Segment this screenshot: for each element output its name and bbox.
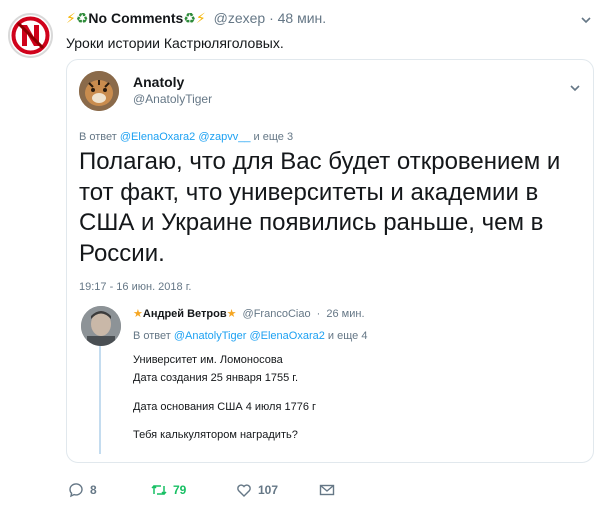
quoted-tweet[interactable]: Anatoly @AnatolyTiger В ответ @ElenaOxar…: [66, 59, 594, 463]
recycle-icon: ♻: [183, 10, 196, 26]
reply-header: ★Андрей Ветров★ @FrancoCiao · 26 мин.: [133, 307, 365, 320]
message-icon: [319, 484, 335, 496]
retweet-icon: [151, 484, 167, 496]
display-name[interactable]: No Comments: [88, 10, 183, 26]
reply-button[interactable]: 8: [68, 480, 97, 500]
display-name[interactable]: Андрей Ветров: [143, 308, 227, 320]
timestamp[interactable]: 26 мин.: [326, 308, 364, 320]
mention-link[interactable]: @ElenaOxara2: [249, 330, 324, 342]
like-button[interactable]: 107: [236, 480, 278, 500]
handle[interactable]: @AnatolyTiger: [133, 92, 212, 106]
like-count: 107: [258, 483, 279, 497]
quote-timestamp[interactable]: 19:17 - 16 июн. 2018 г.: [79, 281, 191, 293]
star-icon: ★: [226, 308, 237, 320]
message-button[interactable]: [319, 480, 341, 500]
handle[interactable]: @FrancoCiao: [243, 308, 311, 320]
display-name[interactable]: Anatoly: [133, 74, 184, 90]
reply-icon: [69, 483, 83, 498]
like-icon: [237, 484, 251, 497]
avatar[interactable]: [79, 71, 119, 111]
tweet-text: Уроки истории Кастрюляголовых.: [66, 35, 284, 51]
timestamp[interactable]: 48 мин.: [278, 10, 327, 26]
avatar[interactable]: [8, 13, 53, 58]
reply-text-line: Тебя калькулятором наградить?: [133, 429, 298, 441]
retweet-button[interactable]: 79: [151, 480, 186, 500]
mention-link[interactable]: @ElenaOxara2: [120, 131, 195, 143]
handle[interactable]: @zexep: [214, 10, 266, 26]
reply-text-line: Университет им. Ломоносова: [133, 354, 283, 366]
separator: ·: [316, 308, 321, 320]
reply-text-line: Дата создания 25 января 1755 г.: [133, 372, 299, 384]
chevron-down-icon[interactable]: [569, 82, 581, 94]
chevron-down-icon[interactable]: [580, 14, 592, 26]
recycle-icon: ♻: [75, 10, 89, 26]
reply-text-line: Дата основания США 4 июля 1776 г: [133, 401, 317, 413]
replying-to: В ответ @AnatolyTiger @ElenaOxara2 и еще…: [133, 330, 368, 342]
mention-link[interactable]: @AnatolyTiger: [174, 330, 247, 342]
avatar[interactable]: [81, 306, 121, 346]
reply-count: 8: [90, 483, 97, 497]
star-icon: ★: [133, 308, 143, 320]
lightning-icon: ⚡: [66, 10, 76, 26]
tweet[interactable]: ⚡♻No Comments♻⚡ @zexep · 48 мин. Уроки и…: [0, 0, 604, 505]
separator: ·: [269, 10, 274, 26]
tweet-header: ⚡♻No Comments♻⚡ @zexep · 48 мин.: [66, 10, 594, 32]
retweet-count: 79: [173, 483, 187, 497]
mention-link[interactable]: @zapvv__: [198, 131, 250, 143]
quote-body: Полагаю, что для Вас будет откровением и…: [79, 148, 561, 267]
replying-to: В ответ @ElenaOxara2 @zapvv__ и еще 3: [79, 131, 294, 143]
lightning-icon: ⚡: [195, 10, 206, 26]
